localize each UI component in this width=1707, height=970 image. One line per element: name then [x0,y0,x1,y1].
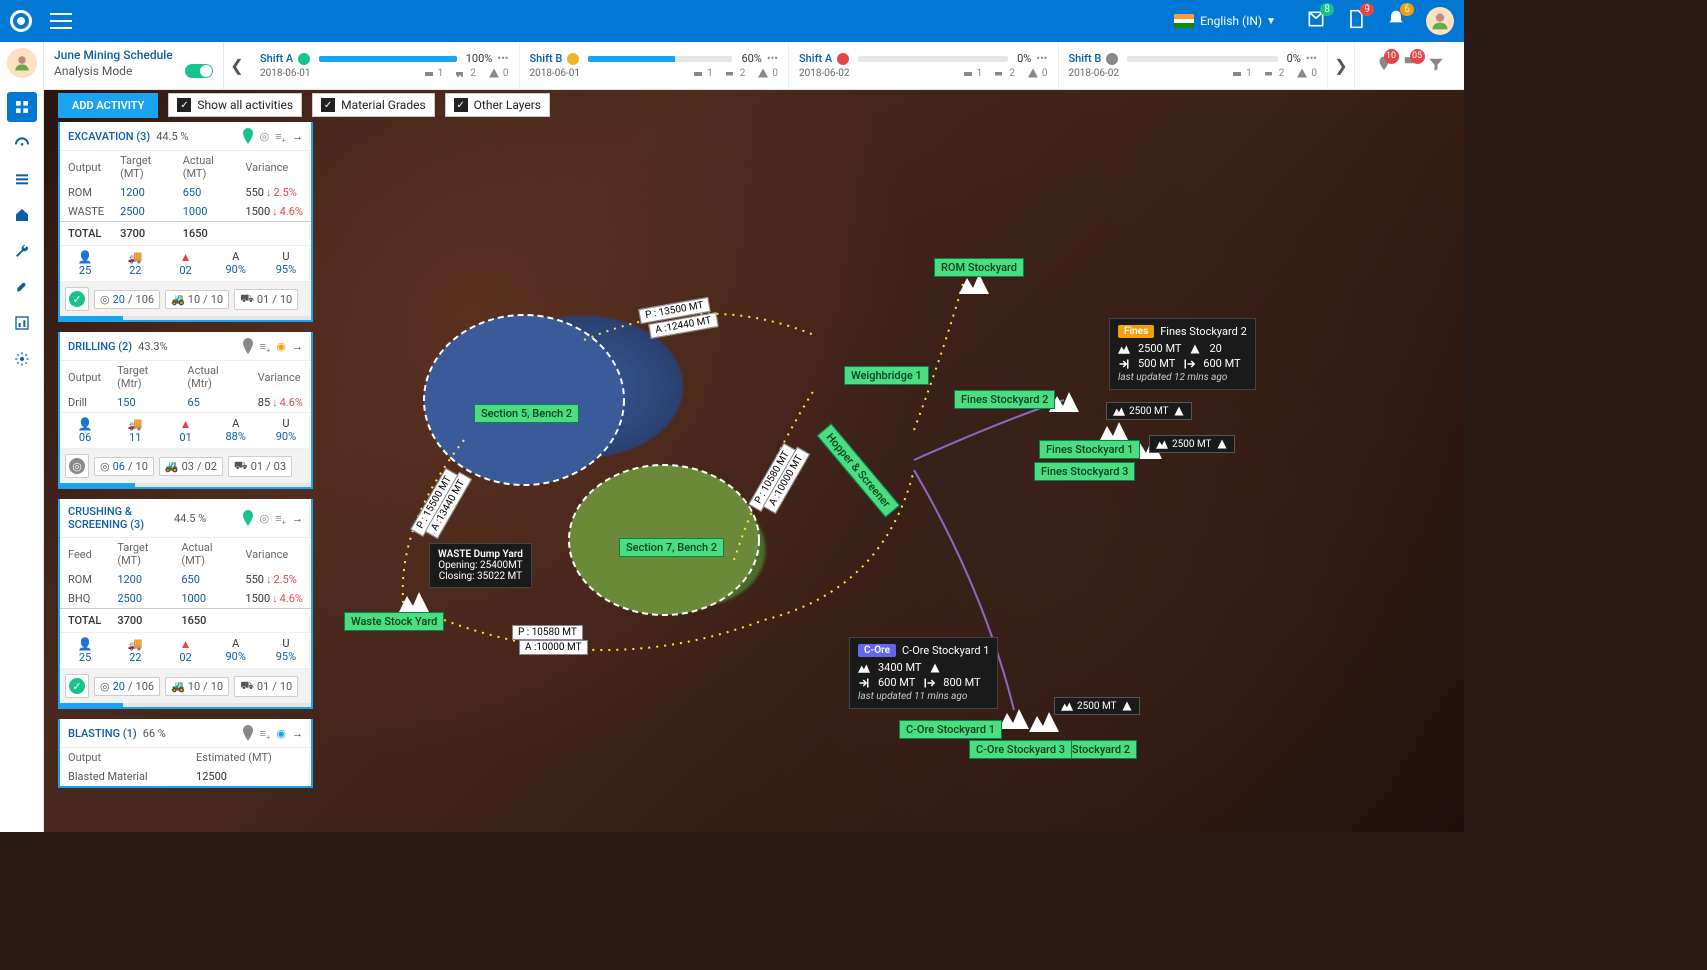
label-weighbridge[interactable]: Weighbridge 1 [844,366,929,385]
nav-gauge[interactable] [7,128,37,158]
path-p4: P : 10580 MT [512,625,583,640]
flag-icon [1174,14,1194,28]
mt-chip[interactable]: 2500 MT [1054,697,1140,715]
brand-logo [10,10,32,32]
more-icon[interactable]: ••• [497,52,508,65]
nav-rocket[interactable] [7,272,37,302]
status-dot [298,53,310,65]
nav-list[interactable] [7,164,37,194]
chk-show-all[interactable]: ✓Show all activities [168,93,302,117]
nav-settings[interactable] [7,344,37,374]
top-bar: English (IN) ▼ 8 9 6 [0,0,1464,42]
filter-icon[interactable] [1427,55,1445,77]
pin-icon[interactable] [242,128,254,144]
trips-chip[interactable]: ◎ 20 / 106 [94,290,160,309]
shift-next[interactable]: ❯ [1328,42,1354,89]
dump-box[interactable]: WASTE Dump Yard Opening: 25400MT Closing… [429,543,532,588]
stat-row: 👤06 🚚11 ▲01 A88% U90% [60,412,311,448]
left-nav [0,42,44,832]
popup-fines[interactable]: FinesFines Stockyard 2 2500 MT20 500 MT6… [1109,318,1256,390]
popup-core[interactable]: C-OreC-Ore Stockyard 1 3400 MT 600 MT800… [849,637,998,709]
expand-arrow[interactable]: → [292,340,303,353]
expand-arrow[interactable]: → [292,130,303,143]
more-icon[interactable]: ••• [1036,52,1047,65]
mt-chip[interactable]: 2500 MT [1106,402,1192,420]
person-icon: 👤 [60,250,110,264]
mail-icon[interactable]: 8 [1306,9,1326,33]
nav-dashboard[interactable] [7,92,37,122]
label-section7[interactable]: Section 7, Bench 2 [619,538,724,557]
nav-avatar[interactable] [7,48,37,78]
label-rom-yard[interactable]: ROM Stockyard [934,258,1024,277]
label-hopper[interactable]: Hopper & Screener [817,423,900,517]
card-blasting: BLASTING (1)66 % ≡₊◉→ OutputEstimated (M… [58,719,313,788]
alert-icon: ▲ [160,250,210,264]
stat-row: 👤25 🚚22 ▲02 A90% U95% [60,245,311,281]
mail-badge: 8 [1320,3,1334,16]
pin-icon[interactable] [242,338,254,354]
progress-bar [60,316,311,320]
more-icon[interactable]: ••• [767,52,778,65]
card-crushing: CRUSHING & SCREENING (3)44.5 % ◎≡₊→ Feed… [58,499,313,709]
chevron-down-icon[interactable]: ▼ [1266,16,1276,27]
output-table: OutputTarget (Mtr)Actual (Mtr)Variance D… [60,360,311,412]
analysis-toggle[interactable] [185,64,213,78]
label-fines1[interactable]: Fines Stockyard 1 [1039,440,1140,459]
shift-prev[interactable]: ❮ [224,42,250,89]
truck-icon: 🚚 [110,250,160,264]
label-waste-yard[interactable]: Waste Stock Yard [344,612,444,631]
schedule-box: June Mining Schedule Analysis Mode [44,42,224,89]
nav-wrench[interactable] [7,236,37,266]
menu-button[interactable] [50,13,72,29]
nav-chart[interactable] [7,308,37,338]
more-icon[interactable]: ••• [1306,52,1317,65]
shift-card[interactable]: Shift B60%••• 2018-06-01120 [520,42,790,89]
card-excavation: EXCAVATION (3)44.5 % ◎≡₊→ OutputTarget (… [58,122,313,322]
path-a4: A :10000 MT [519,640,588,655]
schedule-title: June Mining Schedule [54,48,213,62]
user-avatar[interactable] [1426,7,1454,35]
shift-scroll: ❮ Shift A100%••• 2018-06-01120 Shift B60… [224,42,1354,89]
info-bar: June Mining Schedule Analysis Mode ❮ Shi… [44,42,1464,90]
add-activity-button[interactable]: ADD ACTIVITY [58,93,158,118]
shift-card[interactable]: Shift A0%••• 2018-06-02120 [789,42,1059,89]
list-add-icon[interactable]: ≡₊ [260,340,271,353]
output-table: OutputTarget (MT)Actual (MT)Variance ROM… [60,150,311,245]
equip-chip[interactable]: 🚜 10 / 10 [165,290,229,309]
shift-card[interactable]: Shift A100%••• 2018-06-01120 [250,42,520,89]
alert-flag-icon[interactable]: 05 [1401,55,1419,77]
target-icon[interactable]: ◎ [260,130,270,143]
label-fines3[interactable]: Fines Stockyard 3 [1034,462,1135,481]
chk-other-layers[interactable]: ✓Other Layers [445,93,550,117]
nav-home[interactable] [7,200,37,230]
alert-tray: 10 05 [1354,42,1464,89]
stockpile-icon [999,705,1029,733]
status-chip[interactable]: ◎ [65,454,89,478]
schedule-mode: Analysis Mode [54,64,132,78]
label-core1[interactable]: C-Ore Stockyard 1 [899,720,1002,739]
bell-badge: 6 [1400,3,1414,16]
control-strip: ADD ACTIVITY ✓Show all activities ✓Mater… [44,90,550,120]
label-section5[interactable]: Section 5, Bench 2 [474,404,579,423]
shift-card[interactable]: Shift B0%••• 2018-06-02120 [1059,42,1329,89]
list-add-icon[interactable]: ≡₊ [275,130,286,143]
load-chip[interactable]: ⛟ 01 / 10 [234,289,298,310]
label-core3[interactable]: C-Ore Stockyard 3 [969,740,1072,759]
doc-icon[interactable]: 9 [1346,9,1366,33]
mt-chip[interactable]: 2500 MT [1149,435,1235,453]
chip-row: ✓ ◎ 20 / 106 🚜 10 / 10 ⛟ 01 / 10 [60,281,311,316]
language-label[interactable]: English (IN) [1200,14,1262,28]
alert-pin-icon[interactable]: 10 [1375,55,1393,77]
bell-icon[interactable]: 6 [1386,9,1406,33]
doc-badge: 9 [1360,3,1374,16]
activity-panel: EXCAVATION (3)44.5 % ◎≡₊→ OutputTarget (… [58,122,313,828]
card-drilling: DRILLING (2)43.3% ≡₊◉→ OutputTarget (Mtr… [58,332,313,489]
status-chip[interactable]: ✓ [65,287,89,311]
label-fines2[interactable]: Fines Stockyard 2 [954,390,1055,409]
target-icon[interactable]: ◉ [276,340,286,353]
chk-material-grades[interactable]: ✓Material Grades [312,93,435,117]
